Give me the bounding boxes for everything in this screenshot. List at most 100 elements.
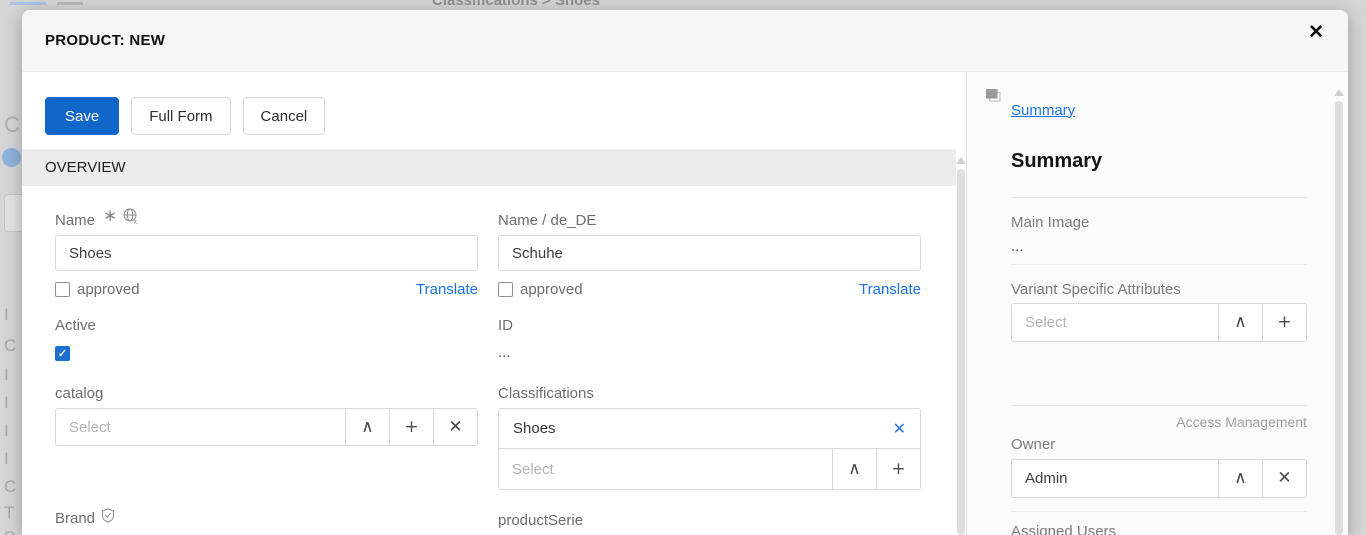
overview-section-header[interactable]: OVERVIEW bbox=[22, 149, 956, 186]
name-translate-link[interactable]: Translate bbox=[416, 281, 478, 298]
classification-chip: Shoes ✕ bbox=[499, 409, 920, 449]
x-icon: ✕ bbox=[448, 416, 463, 437]
catalog-expand-button[interactable]: ∧ bbox=[345, 409, 389, 445]
id-label: ID bbox=[498, 317, 513, 334]
variant-attributes-label: Variant Specific Attributes bbox=[1011, 281, 1181, 298]
access-management-label: Access Management bbox=[1176, 414, 1307, 430]
backdrop-text-fragment: C bbox=[4, 336, 17, 355]
backdrop-text-fragment: I bbox=[4, 421, 9, 440]
backdrop-text-fragment: T bbox=[4, 503, 15, 522]
overview-form: Name ∗ x Shoes approved Translate Active… bbox=[22, 186, 966, 535]
form-scrollbar[interactable] bbox=[956, 157, 966, 535]
scroll-up-arrow-icon[interactable] bbox=[956, 157, 966, 164]
name-input[interactable] bbox=[55, 235, 478, 271]
chevron-up-icon: ∧ bbox=[1234, 312, 1247, 332]
chevron-up-icon: ∧ bbox=[361, 416, 374, 437]
brand-label: Brand bbox=[55, 509, 96, 527]
product-new-modal: PRODUCT: NEW ✕ Save Full Form Cancel OVE… bbox=[22, 10, 1348, 535]
chevron-up-icon: ∧ bbox=[848, 458, 861, 479]
backdrop-text-fragment: I bbox=[4, 449, 9, 468]
classifications-expand-button[interactable]: ∧ bbox=[832, 449, 876, 489]
name-de-translate-link[interactable]: Translate bbox=[859, 281, 921, 298]
summary-sidebar: Summary Summary Main Image ... Variant S… bbox=[966, 72, 1348, 535]
x-icon: ✕ bbox=[1277, 468, 1292, 488]
name-approved-checkbox[interactable] bbox=[55, 281, 70, 297]
catalog-clear-button[interactable]: ✕ bbox=[433, 409, 477, 445]
variant-attributes-select[interactable]: Select bbox=[1012, 304, 1218, 341]
catalog-label: catalog bbox=[55, 384, 104, 402]
name-approved-label: approved bbox=[77, 280, 140, 298]
modal-title: PRODUCT: NEW bbox=[45, 32, 166, 49]
remove-classification-icon[interactable]: ✕ bbox=[893, 419, 906, 438]
backdrop-text-fragment: I bbox=[4, 305, 9, 324]
assigned-users-label: Assigned Users bbox=[1011, 523, 1117, 535]
owner-clear-button[interactable]: ✕ bbox=[1262, 460, 1306, 497]
close-icon: ✕ bbox=[1308, 22, 1324, 43]
sidebar-scrollbar[interactable] bbox=[1334, 89, 1344, 535]
scrollbar-thumb[interactable] bbox=[1335, 101, 1343, 535]
shield-check-icon bbox=[101, 507, 115, 527]
owner-expand-button[interactable]: ∧ bbox=[1218, 460, 1262, 497]
divider bbox=[1011, 511, 1307, 512]
backdrop-text-fragment: C bbox=[4, 477, 17, 496]
classifications-widget: Shoes ✕ Select ∧ + bbox=[498, 408, 921, 490]
classifications-select-row: Select ∧ + bbox=[499, 449, 920, 489]
variant-expand-button[interactable]: ∧ bbox=[1218, 304, 1262, 341]
catalog-add-button[interactable]: + bbox=[389, 409, 433, 445]
summary-heading: Summary bbox=[1011, 150, 1103, 172]
name-de-approved-checkbox[interactable] bbox=[498, 281, 513, 297]
toolbar: Save Full Form Cancel bbox=[22, 72, 966, 149]
breadcrumb: Classifications > Shoes bbox=[432, 0, 600, 9]
product-serie-label: productSerie bbox=[498, 511, 584, 529]
owner-field: Admin ∧ ✕ bbox=[1011, 459, 1307, 498]
main-image-value: ... bbox=[1011, 238, 1024, 255]
form-panel: Save Full Form Cancel OVERVIEW Name ∗ x … bbox=[22, 72, 966, 535]
form-column-right: Name / de_DE approved Translate ID ... C… bbox=[498, 209, 921, 535]
main-image-label: Main Image bbox=[1011, 214, 1090, 231]
id-value: ... bbox=[498, 344, 511, 361]
divider bbox=[1011, 405, 1307, 406]
variant-add-button[interactable]: + bbox=[1262, 304, 1306, 341]
plus-icon: + bbox=[404, 416, 419, 437]
cancel-button[interactable]: Cancel bbox=[242, 97, 326, 135]
name-de-approved-label: approved bbox=[520, 280, 583, 298]
scroll-up-arrow-icon[interactable] bbox=[1334, 89, 1344, 96]
divider bbox=[1011, 197, 1307, 198]
close-button[interactable]: ✕ bbox=[1308, 23, 1324, 42]
scrollbar-thumb[interactable] bbox=[957, 169, 965, 535]
name-de-label: Name / de_DE bbox=[498, 211, 597, 229]
backdrop-text-fragment: I bbox=[4, 365, 9, 384]
catalog-relation-field: Select ∧ + ✕ bbox=[55, 408, 478, 446]
backdrop-tab-underline-2 bbox=[57, 2, 83, 5]
name-label: Name bbox=[55, 211, 96, 229]
layers-icon bbox=[986, 89, 1001, 107]
classifications-add-button[interactable]: + bbox=[876, 449, 920, 489]
save-button[interactable]: Save bbox=[45, 97, 120, 135]
backdrop-avatar-dot bbox=[2, 148, 21, 167]
modal-header: PRODUCT: NEW ✕ bbox=[22, 10, 1348, 72]
overview-label: OVERVIEW bbox=[45, 159, 126, 176]
active-checkbox[interactable]: ✓ bbox=[55, 346, 70, 361]
plus-icon: + bbox=[891, 458, 906, 479]
full-form-button[interactable]: Full Form bbox=[131, 97, 231, 135]
plus-icon: + bbox=[1277, 312, 1292, 332]
check-icon: ✓ bbox=[57, 348, 68, 360]
translatable-globe-icon: x bbox=[123, 208, 140, 229]
screen: Classifications > Shoes C I C I I I I C … bbox=[0, 0, 1366, 535]
classifications-label: Classifications bbox=[498, 384, 594, 402]
backdrop-tab-underline bbox=[10, 2, 46, 5]
variant-attributes-field: Select ∧ + bbox=[1011, 303, 1307, 342]
owner-select[interactable]: Admin bbox=[1012, 460, 1218, 497]
backdrop-text-fragment: P bbox=[4, 528, 15, 535]
modal-body: Save Full Form Cancel OVERVIEW Name ∗ x … bbox=[22, 72, 1348, 535]
owner-label: Owner bbox=[1011, 436, 1056, 453]
divider bbox=[1011, 264, 1307, 265]
backdrop-text-fragment: C bbox=[4, 112, 20, 137]
catalog-select[interactable]: Select bbox=[56, 409, 345, 445]
classifications-select[interactable]: Select bbox=[499, 449, 832, 489]
required-asterisk-icon: ∗ bbox=[103, 206, 118, 225]
form-column-left: Name ∗ x Shoes approved Translate Active… bbox=[55, 206, 478, 535]
backdrop-text-fragment: I bbox=[4, 393, 9, 412]
name-de-input[interactable] bbox=[498, 235, 921, 271]
summary-nav-link[interactable]: Summary bbox=[1011, 102, 1075, 119]
